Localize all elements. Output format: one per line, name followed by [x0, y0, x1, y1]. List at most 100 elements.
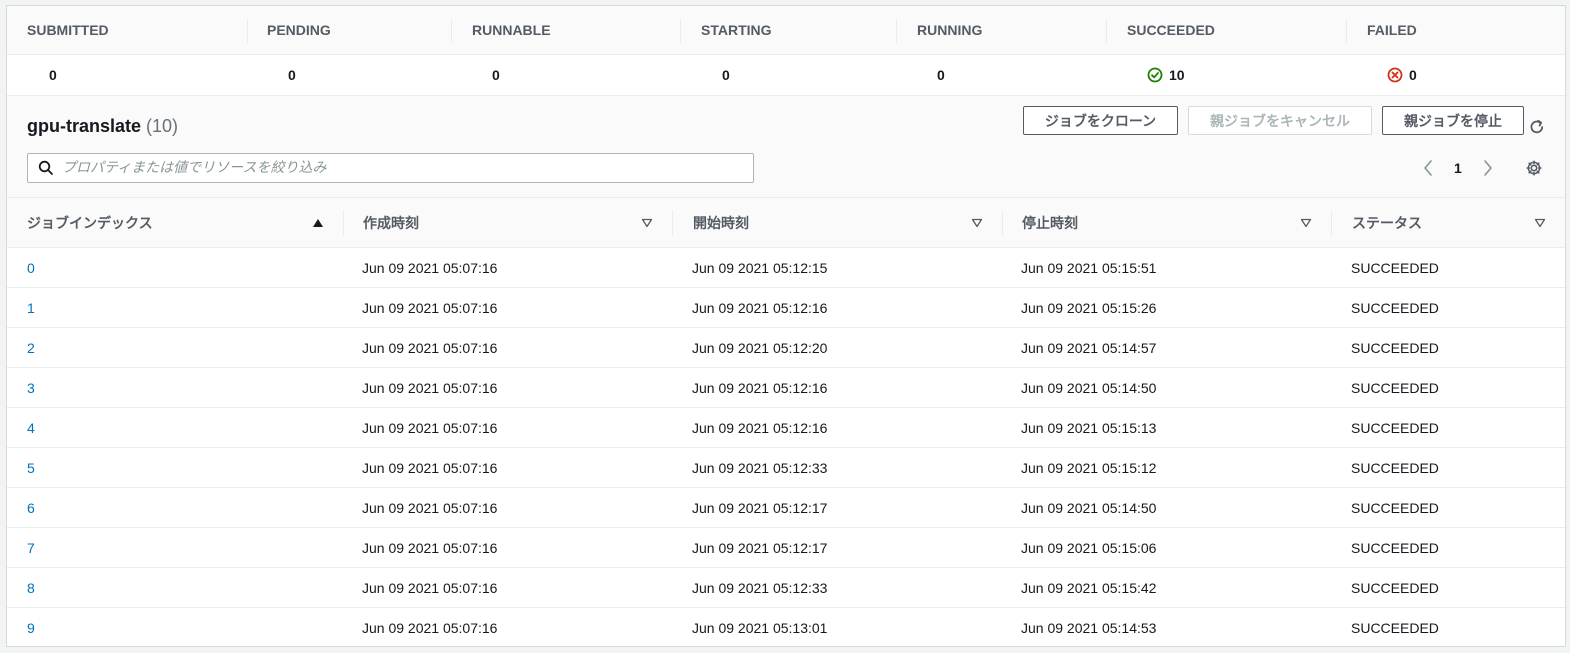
column-divider	[672, 210, 673, 236]
sort-caret-down-icon[interactable]	[641, 217, 653, 229]
status-cell: SUCCEEDED	[1351, 260, 1439, 276]
filter-input[interactable]	[62, 160, 753, 176]
sort-caret-down-icon[interactable]	[1534, 217, 1546, 229]
column-divider	[1002, 210, 1003, 236]
status-summary-header: SUBMITTED PENDING RUNNABLE STARTING RUNN…	[7, 6, 1565, 55]
previous-page-icon[interactable]	[1421, 158, 1435, 178]
next-page-icon[interactable]	[1481, 158, 1495, 178]
created-at-cell: Jun 09 2021 05:07:16	[362, 460, 498, 476]
array-job-panel: SUBMITTED PENDING RUNNABLE STARTING RUNN…	[6, 5, 1566, 647]
job-index-link[interactable]: 3	[27, 368, 35, 408]
created-at-cell: Jun 09 2021 05:07:16	[362, 500, 498, 516]
job-index-link[interactable]: 0	[27, 248, 35, 288]
job-index-link[interactable]: 5	[27, 448, 35, 488]
job-index-link[interactable]: 9	[27, 608, 35, 646]
job-index-link[interactable]: 8	[27, 568, 35, 608]
status-count-starting[interactable]: 0	[722, 55, 730, 95]
cancel-parent-job-button[interactable]: 親ジョブをキャンセル	[1188, 106, 1372, 135]
status-cell: SUCCEEDED	[1351, 580, 1439, 596]
job-index-link[interactable]: 1	[27, 288, 35, 328]
table-row: 0 Jun 09 2021 05:07:16 Jun 09 2021 05:12…	[7, 248, 1565, 288]
stopped-at-cell: Jun 09 2021 05:14:50	[1021, 500, 1157, 516]
check-circle-icon	[1147, 67, 1163, 83]
search-icon	[38, 160, 53, 175]
stop-parent-job-button[interactable]: 親ジョブを停止	[1382, 106, 1524, 135]
table-header: ジョブインデックス 作成時刻 開始時刻 停止時刻 ステータス	[7, 197, 1565, 248]
stopped-at-cell: Jun 09 2021 05:14:57	[1021, 340, 1157, 356]
table-row: 2 Jun 09 2021 05:07:16 Jun 09 2021 05:12…	[7, 328, 1565, 368]
settings-gear-icon[interactable]	[1525, 158, 1543, 178]
refresh-icon[interactable]	[1528, 118, 1546, 136]
status-cell: SUCCEEDED	[1351, 540, 1439, 556]
clone-job-button[interactable]: ジョブをクローン	[1023, 106, 1178, 135]
stopped-at-cell: Jun 09 2021 05:15:26	[1021, 300, 1157, 316]
status-label-submitted: SUBMITTED	[27, 22, 109, 38]
column-divider	[1106, 19, 1107, 43]
status-label-pending: PENDING	[267, 22, 331, 38]
status-cell: SUCCEEDED	[1351, 380, 1439, 396]
created-at-cell: Jun 09 2021 05:07:16	[362, 580, 498, 596]
job-index-link[interactable]: 4	[27, 408, 35, 448]
stopped-at-cell: Jun 09 2021 05:14:50	[1021, 380, 1157, 396]
status-count-pending[interactable]: 0	[288, 55, 296, 95]
started-at-cell: Jun 09 2021 05:12:33	[692, 580, 828, 596]
status-label-starting: STARTING	[701, 22, 772, 38]
started-at-cell: Jun 09 2021 05:12:17	[692, 500, 828, 516]
status-count-failed: 0	[1409, 67, 1417, 83]
sort-caret-down-icon[interactable]	[1300, 217, 1312, 229]
created-at-cell: Jun 09 2021 05:07:16	[362, 420, 498, 436]
column-divider	[896, 19, 897, 43]
column-divider	[680, 19, 681, 43]
created-at-cell: Jun 09 2021 05:07:16	[362, 540, 498, 556]
status-count-succeeded-wrap[interactable]: 10	[1147, 55, 1185, 95]
column-divider	[343, 210, 344, 236]
status-cell: SUCCEEDED	[1351, 420, 1439, 436]
column-header-created-at[interactable]: 作成時刻	[363, 198, 419, 247]
started-at-cell: Jun 09 2021 05:12:33	[692, 460, 828, 476]
table-row: 4 Jun 09 2021 05:07:16 Jun 09 2021 05:12…	[7, 408, 1565, 448]
sort-caret-down-icon[interactable]	[971, 217, 983, 229]
stopped-at-cell: Jun 09 2021 05:15:42	[1021, 580, 1157, 596]
started-at-cell: Jun 09 2021 05:12:16	[692, 300, 828, 316]
status-cell: SUCCEEDED	[1351, 300, 1439, 316]
created-at-cell: Jun 09 2021 05:07:16	[362, 620, 498, 636]
status-label-runnable: RUNNABLE	[472, 22, 551, 38]
job-index-link[interactable]: 2	[27, 328, 35, 368]
status-count-running[interactable]: 0	[937, 55, 945, 95]
sort-ascending-icon[interactable]	[312, 217, 324, 229]
table-title-text: gpu-translate	[27, 116, 142, 136]
started-at-cell: Jun 09 2021 05:12:15	[692, 260, 828, 276]
current-page-number[interactable]: 1	[1454, 160, 1462, 176]
column-header-status[interactable]: ステータス	[1352, 198, 1422, 247]
started-at-cell: Jun 09 2021 05:12:16	[692, 420, 828, 436]
job-index-link[interactable]: 6	[27, 488, 35, 528]
table-row: 5 Jun 09 2021 05:07:16 Jun 09 2021 05:12…	[7, 448, 1565, 488]
created-at-cell: Jun 09 2021 05:07:16	[362, 340, 498, 356]
status-cell: SUCCEEDED	[1351, 500, 1439, 516]
stopped-at-cell: Jun 09 2021 05:15:12	[1021, 460, 1157, 476]
column-header-stopped-at[interactable]: 停止時刻	[1022, 198, 1078, 247]
x-circle-icon	[1387, 67, 1403, 83]
status-summary-values: 0 0 0 0 0 10 0	[7, 55, 1565, 95]
status-count-submitted[interactable]: 0	[49, 55, 57, 95]
stopped-at-cell: Jun 09 2021 05:15:13	[1021, 420, 1157, 436]
column-header-started-at[interactable]: 開始時刻	[693, 198, 749, 247]
created-at-cell: Jun 09 2021 05:07:16	[362, 380, 498, 396]
table-row: 7 Jun 09 2021 05:07:16 Jun 09 2021 05:12…	[7, 528, 1565, 568]
started-at-cell: Jun 09 2021 05:13:01	[692, 620, 828, 636]
status-count-runnable[interactable]: 0	[492, 55, 500, 95]
status-cell: SUCCEEDED	[1351, 340, 1439, 356]
column-divider	[451, 19, 452, 43]
column-divider	[1346, 19, 1347, 43]
table-row: 6 Jun 09 2021 05:07:16 Jun 09 2021 05:12…	[7, 488, 1565, 528]
child-jobs-table-container: gpu-translate (10) ジョブをクローン 親ジョブをキャンセル 親…	[7, 95, 1565, 646]
started-at-cell: Jun 09 2021 05:12:20	[692, 340, 828, 356]
started-at-cell: Jun 09 2021 05:12:17	[692, 540, 828, 556]
started-at-cell: Jun 09 2021 05:12:16	[692, 380, 828, 396]
stopped-at-cell: Jun 09 2021 05:14:53	[1021, 620, 1157, 636]
stopped-at-cell: Jun 09 2021 05:15:06	[1021, 540, 1157, 556]
column-header-job-index[interactable]: ジョブインデックス	[27, 198, 153, 247]
status-count-failed-wrap[interactable]: 0	[1387, 55, 1417, 95]
filter-search-field[interactable]	[27, 153, 754, 183]
job-index-link[interactable]: 7	[27, 528, 35, 568]
